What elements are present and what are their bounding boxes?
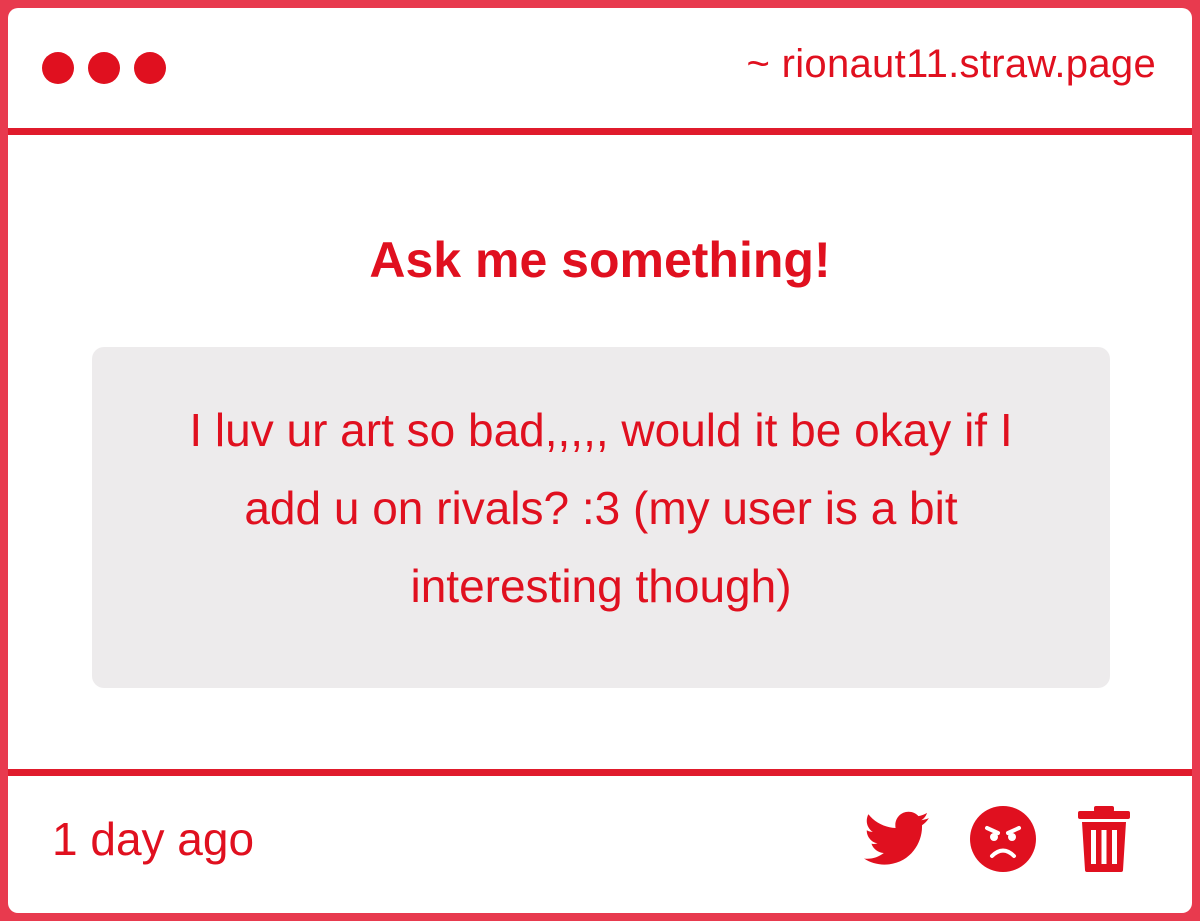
- page-title: Ask me something!: [369, 232, 831, 288]
- window-dot-icon: [88, 52, 120, 84]
- page-url: ~ rionaut11.straw.page: [746, 42, 1156, 86]
- action-buttons: [864, 806, 1132, 877]
- trash-icon[interactable]: [1076, 806, 1132, 877]
- timestamp: 1 day ago: [52, 813, 255, 865]
- app-window: ~ rionaut11.straw.page Ask me something!…: [8, 8, 1192, 913]
- question-text: I luv ur art so bad,,,,, would it be oka…: [189, 404, 1013, 612]
- footer-bar: 1 day ago: [8, 769, 1192, 913]
- window-dot-icon: [42, 52, 74, 84]
- window-dot-icon: [134, 52, 166, 84]
- main-content: Ask me something! I luv ur art so bad,,,…: [8, 135, 1192, 769]
- question-box: I luv ur art so bad,,,,, would it be oka…: [92, 347, 1110, 688]
- twitter-icon[interactable]: [864, 811, 930, 872]
- title-bar: ~ rionaut11.straw.page: [8, 8, 1192, 135]
- window-dots[interactable]: [42, 52, 166, 84]
- angry-face-icon[interactable]: [970, 806, 1036, 877]
